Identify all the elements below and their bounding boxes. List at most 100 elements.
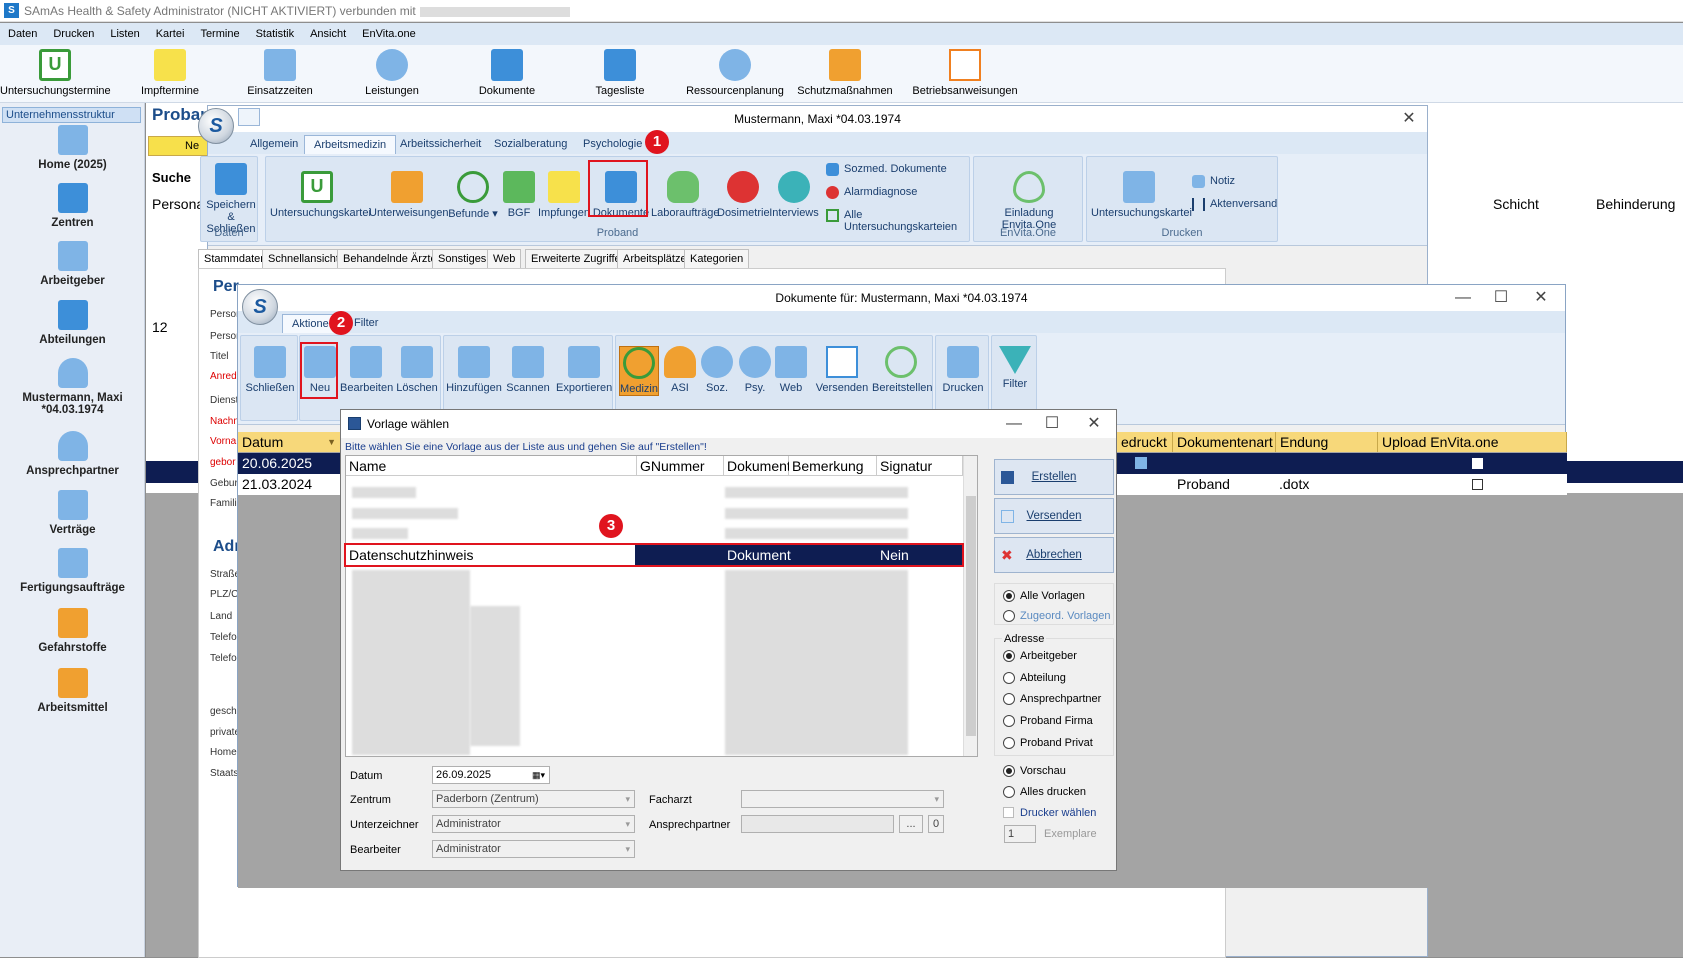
toolbar-ressourcenplanung[interactable]: Ressourcenplanung bbox=[680, 49, 790, 97]
col-name[interactable]: Name bbox=[346, 456, 637, 476]
ansprechpartner-browse-button[interactable]: ... bbox=[899, 815, 923, 833]
col-gnummer[interactable]: GNummer bbox=[637, 456, 724, 476]
medizin-button[interactable]: Medizin bbox=[619, 346, 659, 396]
subtab-web[interactable]: Web bbox=[487, 249, 522, 268]
hinzufuegen-button[interactable]: Hinzufügen bbox=[446, 346, 502, 394]
versenden-button[interactable]: Versenden bbox=[994, 498, 1114, 534]
sidebar-item-vertraege[interactable]: Verträge bbox=[0, 490, 145, 536]
minimize-icon[interactable]: — bbox=[1449, 285, 1477, 311]
upload-checkbox[interactable] bbox=[1472, 458, 1483, 469]
col-signatur[interactable]: Signatur bbox=[877, 456, 963, 476]
col-bemerkung[interactable]: Bemerkung bbox=[789, 456, 877, 476]
sidebar-item-gefahrstoffe[interactable]: Gefahrstoffe bbox=[0, 608, 145, 654]
notiz-button[interactable]: Notiz bbox=[1192, 175, 1235, 188]
menu-daten[interactable]: Daten bbox=[0, 28, 45, 40]
close-icon[interactable]: ✕ bbox=[1527, 285, 1555, 311]
facharzt-select[interactable]: ▾ bbox=[741, 790, 944, 808]
toolbar-tagesliste[interactable]: Tagesliste bbox=[565, 49, 675, 97]
maximize-icon[interactable]: ☐ bbox=[1487, 285, 1515, 311]
radio-arbeitgeber[interactable]: Arbeitgeber bbox=[1003, 650, 1077, 662]
drucken-button[interactable]: Drucken bbox=[938, 346, 988, 394]
upload-checkbox[interactable] bbox=[1472, 479, 1483, 490]
toolbar-betriebsanweisungen[interactable]: Betriebsanweisungen bbox=[905, 49, 1025, 97]
bgf-button[interactable]: BGF bbox=[500, 171, 538, 219]
sidebar-item-arbeitgeber[interactable]: Arbeitgeber bbox=[0, 241, 145, 287]
radio-proband-privat[interactable]: Proband Privat bbox=[1003, 737, 1093, 749]
minimize-icon[interactable]: — bbox=[1000, 410, 1028, 438]
erstellen-button[interactable]: Erstellen bbox=[994, 459, 1114, 495]
table-row[interactable]: Proband .dotx bbox=[1117, 474, 1567, 495]
table-row[interactable]: 21.03.2024 bbox=[238, 474, 341, 495]
copies-stepper[interactable]: 1 bbox=[1004, 825, 1036, 843]
calendar-dropdown-icon[interactable]: ▦▾ bbox=[532, 767, 545, 783]
sidebar-item-ansprechpartner[interactable]: Ansprechpartner bbox=[0, 431, 145, 477]
grid-header-datum[interactable]: Datum ▼ bbox=[238, 432, 341, 452]
untersuchungskartei-button[interactable]: U Untersuchungskartei bbox=[270, 171, 371, 219]
radio-alle-vorlagen[interactable]: Alle Vorlagen bbox=[1003, 590, 1085, 602]
interviews-button[interactable]: Interviews bbox=[769, 171, 819, 219]
list-scrollbar[interactable] bbox=[963, 456, 977, 756]
radio-alles-drucken[interactable]: Alles drucken bbox=[1003, 786, 1086, 798]
ansprechpartner-field[interactable] bbox=[741, 815, 894, 833]
grid-header-upload[interactable]: Upload EnVita.one bbox=[1378, 432, 1567, 452]
toolbar-dokumente[interactable]: Dokumente bbox=[452, 49, 562, 97]
sidebar-item-proband[interactable]: Mustermann, Maxi *04.03.1974 bbox=[0, 358, 145, 416]
drucker-waehlen-checkbox[interactable]: Drucker wählen bbox=[1003, 807, 1096, 819]
menu-statistik[interactable]: Statistik bbox=[248, 28, 303, 40]
sidebar-item-fertigungsauftraege[interactable]: Fertigungsaufträge bbox=[0, 548, 145, 594]
close-icon[interactable]: ✕ bbox=[1080, 410, 1108, 438]
radio-zugeordnete[interactable]: Zugeord. Vorlagen bbox=[1003, 610, 1111, 622]
befunde-button[interactable]: Befunde ▾ bbox=[448, 171, 498, 220]
radio-ansprechpartner[interactable]: Ansprechpartner bbox=[1003, 693, 1101, 705]
bearbeiten-button[interactable]: Bearbeiten bbox=[340, 346, 393, 394]
bereitstellen-button[interactable]: Bereitstellen bbox=[872, 346, 933, 394]
table-row-selected[interactable] bbox=[1117, 453, 1567, 474]
scroll-thumb[interactable] bbox=[966, 496, 976, 736]
menu-listen[interactable]: Listen bbox=[102, 28, 147, 40]
soz-button[interactable]: Soz. bbox=[700, 346, 734, 394]
exportieren-button[interactable]: Exportieren bbox=[556, 346, 612, 394]
menu-drucken[interactable]: Drucken bbox=[45, 28, 102, 40]
toolbar-schutzmassnahmen[interactable]: Schutzmaßnahmen bbox=[790, 49, 900, 97]
impfungen-button[interactable]: Impfungen bbox=[538, 171, 590, 219]
scannen-button[interactable]: Scannen bbox=[504, 346, 552, 394]
radio-proband-firma[interactable]: Proband Firma bbox=[1003, 715, 1093, 727]
unterzeichner-select[interactable]: Administrator ▾ bbox=[432, 815, 635, 833]
table-row[interactable]: 20.06.2025 bbox=[238, 453, 341, 474]
tab-arbeitssicherheit[interactable]: Arbeitssicherheit bbox=[391, 135, 490, 154]
neu-button-bg[interactable]: Ne bbox=[148, 136, 208, 156]
tab-allgemein[interactable]: Allgemein bbox=[241, 135, 307, 154]
print-untersuchungskartei-button[interactable]: Untersuchungskartei bbox=[1091, 171, 1192, 219]
subtab-arbeitsplaetze[interactable]: Arbeitsplätze bbox=[617, 249, 693, 268]
zentrum-select[interactable]: Paderborn (Zentrum) ▾ bbox=[432, 790, 635, 808]
asi-button[interactable]: ASI bbox=[662, 346, 698, 394]
tab-sozialberatung[interactable]: Sozialberatung bbox=[485, 135, 576, 154]
toolbar-einsatzzeiten[interactable]: Einsatzzeiten bbox=[225, 49, 335, 97]
sidebar-item-home[interactable]: Home (2025) bbox=[0, 125, 145, 171]
menu-termine[interactable]: Termine bbox=[192, 28, 247, 40]
maximize-icon[interactable]: ☐ bbox=[1038, 410, 1066, 438]
einladung-envita-button[interactable]: Einladung Envita.One bbox=[976, 171, 1082, 231]
app-s-logo-icon[interactable]: S bbox=[198, 108, 234, 144]
radio-abteilung[interactable]: Abteilung bbox=[1003, 672, 1066, 684]
labor-button[interactable]: Laboraufträge bbox=[651, 171, 720, 219]
menu-ansicht[interactable]: Ansicht bbox=[302, 28, 354, 40]
col-dokument[interactable]: Dokument bbox=[724, 456, 791, 476]
dosimetrie-button[interactable]: Dosimetrie bbox=[717, 171, 770, 219]
app-s-logo-icon[interactable]: S bbox=[242, 289, 278, 325]
save-quick-icon[interactable] bbox=[238, 108, 260, 126]
menu-kartei[interactable]: Kartei bbox=[148, 28, 193, 40]
sidebar-item-zentren[interactable]: Zentren bbox=[0, 183, 145, 229]
toolbar-leistungen[interactable]: Leistungen bbox=[337, 49, 447, 97]
alarmdiagnose-button[interactable]: Alarmdiagnose bbox=[826, 186, 917, 199]
sidebar-item-abteilungen[interactable]: Abteilungen bbox=[0, 300, 145, 346]
schliessen-button[interactable]: Schließen bbox=[245, 346, 295, 394]
filter-button[interactable]: Filter bbox=[994, 346, 1036, 390]
datum-field[interactable]: 26.09.2025 ▦▾ bbox=[432, 766, 550, 784]
subtab-sonstiges[interactable]: Sonstiges bbox=[432, 249, 493, 268]
subtab-zugriffe[interactable]: Erweiterte Zugriffe bbox=[525, 249, 627, 268]
toolbar-impftermine[interactable]: Impftermine bbox=[115, 49, 225, 97]
versenden-button[interactable]: Versenden bbox=[814, 346, 870, 394]
speichern-schliessen-button[interactable]: Speichern & Schließen bbox=[205, 163, 257, 235]
subtab-aerzte[interactable]: Behandelnde Ärzte bbox=[337, 249, 443, 268]
